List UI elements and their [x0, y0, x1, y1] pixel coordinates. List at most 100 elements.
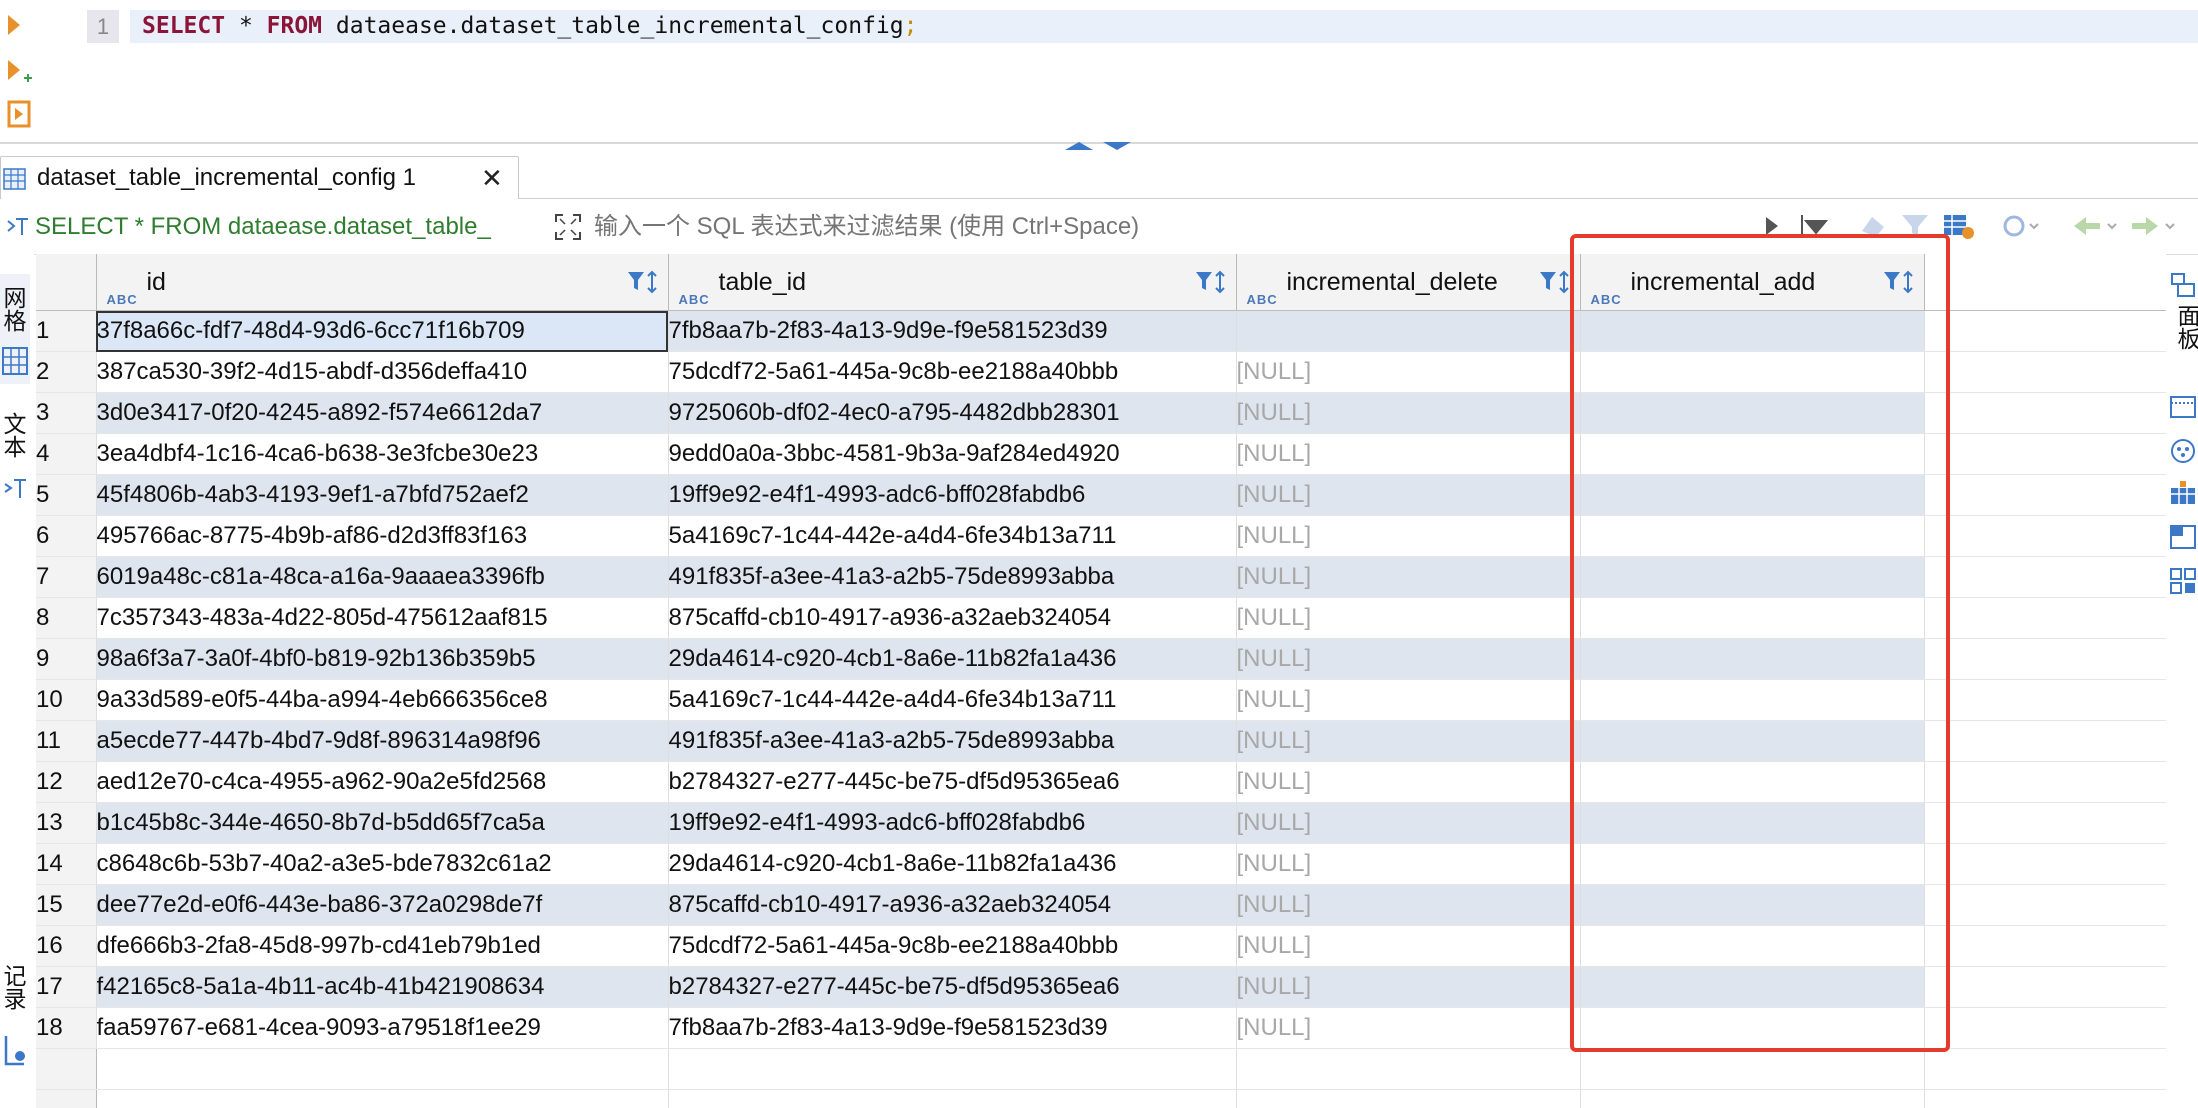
cell-incremental-delete[interactable] — [1236, 310, 1581, 352]
explain-plan-icon[interactable] — [6, 100, 32, 130]
cell-id[interactable]: 7c357343-483a-4d22-805d-475612aaf815 — [96, 597, 669, 639]
row-number[interactable]: 15 — [36, 884, 97, 926]
cell-id[interactable]: 45f4806b-4ab3-4193-9ef1-a7bfd752aef2 — [96, 474, 669, 516]
cell-id[interactable]: 3d0e3417-0f20-4245-a892-f574e6612da7 — [96, 392, 669, 434]
cell-id[interactable]: 3ea4dbf4-1c16-4ca6-b638-3e3fcbe30e23 — [96, 433, 669, 475]
cell-table-id[interactable]: 19ff9e92-e4f1-4993-adc6-bff028fabdb6 — [668, 474, 1237, 516]
close-icon[interactable]: ✕ — [481, 165, 505, 191]
cell-incremental-delete[interactable]: [NULL] — [1236, 679, 1581, 721]
row-number[interactable]: 10 — [36, 679, 97, 721]
cell-id[interactable]: 98a6f3a7-3a0f-4bf0-b819-92b136b359b5 — [96, 638, 669, 680]
cell-table-id[interactable]: 875caffd-cb10-4917-a936-a32aeb324054 — [668, 597, 1237, 639]
cell-table-id[interactable]: 19ff9e92-e4f1-4993-adc6-bff028fabdb6 — [668, 802, 1237, 844]
cell-id[interactable]: dfe666b3-2fa8-45d8-997b-cd41eb79b1ed — [96, 925, 669, 967]
sql-current-line[interactable]: SELECT * FROM dataease.dataset_table_inc… — [130, 10, 2198, 43]
panels-tab-label[interactable]: 面板 — [2170, 304, 2198, 350]
cell-table-id[interactable]: 5a4169c7-1c44-442e-a4d4-6fe34b13a711 — [668, 515, 1237, 557]
cell-id[interactable]: 37f8a66c-fdf7-48d4-93d6-6cc71f16b709 — [96, 310, 669, 352]
value-view-icon[interactable] — [2170, 394, 2196, 420]
cell-incremental-delete[interactable]: [NULL] — [1236, 1007, 1581, 1049]
filter-query-preview[interactable]: SELECT * FROM dataease.dataset_table_ — [35, 199, 491, 254]
column-header-incremental-delete[interactable]: ABC incremental_delete — [1236, 254, 1581, 311]
cell-table-id[interactable]: 75dcdf72-5a61-445a-9c8b-ee2188a40bbb — [668, 925, 1237, 967]
cell-incremental-delete[interactable]: [NULL] — [1236, 597, 1581, 639]
text-filter-icon[interactable] — [4, 213, 30, 239]
row-number[interactable]: 9 — [36, 638, 97, 680]
grouping-icon[interactable] — [2170, 524, 2196, 550]
sql-editor[interactable]: 1 SELECT * FROM dataease.dataset_table_i… — [0, 0, 2198, 142]
splitter-toggle-icon[interactable] — [1063, 140, 1133, 152]
cell-incremental-delete[interactable]: [NULL] — [1236, 515, 1581, 557]
cell-id[interactable]: 387ca530-39f2-4d15-abdf-d356deffa410 — [96, 351, 669, 393]
cell-table-id[interactable]: b2784327-e277-445c-be75-df5d95365ea6 — [668, 966, 1237, 1008]
filter-sort-icon[interactable] — [626, 268, 660, 296]
row-number[interactable]: 3 — [36, 392, 97, 434]
references-icon[interactable] — [2170, 568, 2196, 594]
cell-incremental-delete[interactable]: [NULL] — [1236, 843, 1581, 885]
row-number[interactable]: 2 — [36, 351, 97, 393]
row-number[interactable]: 6 — [36, 515, 97, 557]
cell-table-id[interactable]: 9725060b-df02-4ec0-a795-4482dbb28301 — [668, 392, 1237, 434]
forward-icon[interactable] — [2128, 211, 2178, 241]
cell-table-id[interactable]: 75dcdf72-5a61-445a-9c8b-ee2188a40bbb — [668, 351, 1237, 393]
cell-table-id[interactable]: 491f835f-a3ee-41a3-a2b5-75de8993abba — [668, 556, 1237, 598]
cell-id[interactable]: aed12e70-c4ca-4955-a962-90a2e5fd2568 — [96, 761, 669, 803]
cell-table-id[interactable]: 29da4614-c920-4cb1-8a6e-11b82fa1a436 — [668, 638, 1237, 680]
row-number[interactable]: 4 — [36, 433, 97, 475]
cell-incremental-delete[interactable]: [NULL] — [1236, 638, 1581, 680]
cell-incremental-delete[interactable]: [NULL] — [1236, 884, 1581, 926]
metadata-icon[interactable] — [2170, 438, 2196, 464]
back-icon[interactable] — [2070, 211, 2120, 241]
sql-statement[interactable]: SELECT * FROM dataease.dataset_table_inc… — [142, 10, 917, 43]
row-number[interactable]: 14 — [36, 843, 97, 885]
row-number[interactable]: 16 — [36, 925, 97, 967]
column-header-table-id[interactable]: ABC table_id — [668, 254, 1237, 311]
cell-id[interactable]: dee77e2d-e0f6-443e-ba86-372a0298de7f — [96, 884, 669, 926]
cell-id[interactable]: a5ecde77-447b-4bd7-9d8f-896314a98f96 — [96, 720, 669, 762]
cell-incremental-delete[interactable]: [NULL] — [1236, 392, 1581, 434]
cell-table-id[interactable]: 7fb8aa7b-2f83-4a13-9d9e-f9e581523d39 — [668, 310, 1237, 352]
cell-table-id[interactable]: 5a4169c7-1c44-442e-a4d4-6fe34b13a711 — [668, 679, 1237, 721]
cell-id[interactable]: 9a33d589-e0f5-44ba-a994-4eb666356ce8 — [96, 679, 669, 721]
cell-table-id[interactable]: 875caffd-cb10-4917-a936-a32aeb324054 — [668, 884, 1237, 926]
cell-table-id[interactable]: 7fb8aa7b-2f83-4a13-9d9e-f9e581523d39 — [668, 1007, 1237, 1049]
row-number[interactable]: 13 — [36, 802, 97, 844]
cell-id[interactable]: 6019a48c-c81a-48ca-a16a-9aaaea3396fb — [96, 556, 669, 598]
cell-incremental-delete[interactable]: [NULL] — [1236, 802, 1581, 844]
tab-results[interactable]: dataset_table_incremental_config 1 ✕ — [0, 156, 519, 199]
calculate-icon[interactable] — [2170, 480, 2196, 506]
cell-incremental-delete[interactable]: [NULL] — [1236, 720, 1581, 762]
cell-table-id[interactable]: 29da4614-c920-4cb1-8a6e-11b82fa1a436 — [668, 843, 1237, 885]
cell-incremental-delete[interactable]: [NULL] — [1236, 966, 1581, 1008]
cell-incremental-delete[interactable]: [NULL] — [1236, 925, 1581, 967]
cell-incremental-delete[interactable]: [NULL] — [1236, 556, 1581, 598]
row-number[interactable]: 1 — [36, 310, 97, 352]
tab-record[interactable]: 记录 — [0, 954, 30, 1084]
expand-icon[interactable] — [554, 213, 582, 241]
row-number[interactable]: 7 — [36, 556, 97, 598]
row-number[interactable]: 5 — [36, 474, 97, 516]
row-number[interactable]: 11 — [36, 720, 97, 762]
cell-table-id[interactable]: 491f835f-a3ee-41a3-a2b5-75de8993abba — [668, 720, 1237, 762]
panels-icon[interactable] — [2170, 270, 2196, 300]
cell-id[interactable]: c8648c6b-53b7-40a2-a3e5-bde7832c61a2 — [96, 843, 669, 885]
tab-text[interactable]: 文本 — [0, 404, 30, 514]
cell-id[interactable]: b1c45b8c-344e-4650-8b7d-b5dd65f7ca5a — [96, 802, 669, 844]
filter-sort-icon[interactable] — [1194, 268, 1228, 296]
row-number[interactable]: 12 — [36, 761, 97, 803]
row-number-header[interactable] — [36, 254, 97, 311]
row-number[interactable]: 8 — [36, 597, 97, 639]
cell-incremental-delete[interactable]: [NULL] — [1236, 433, 1581, 475]
column-header-id[interactable]: ABC id — [96, 254, 669, 311]
cell-id[interactable]: f42165c8-5a1a-4b11-ac4b-41b421908634 — [96, 966, 669, 1008]
play-plus-icon[interactable] — [6, 58, 32, 88]
cell-table-id[interactable]: 9edd0a0a-3bbc-4581-9b3a-9af284ed4920 — [668, 433, 1237, 475]
refresh-icon[interactable] — [2000, 211, 2040, 241]
cell-id[interactable]: 495766ac-8775-4b9b-af86-d2d3ff83f163 — [96, 515, 669, 557]
cell-incremental-delete[interactable]: [NULL] — [1236, 761, 1581, 803]
cell-table-id[interactable]: b2784327-e277-445c-be75-df5d95365ea6 — [668, 761, 1237, 803]
play-icon[interactable] — [6, 14, 22, 36]
cell-id[interactable]: faa59767-e681-4cea-9093-a79518f1ee29 — [96, 1007, 669, 1049]
cell-incremental-delete[interactable]: [NULL] — [1236, 474, 1581, 516]
tab-grid[interactable]: 网格 — [0, 274, 30, 384]
